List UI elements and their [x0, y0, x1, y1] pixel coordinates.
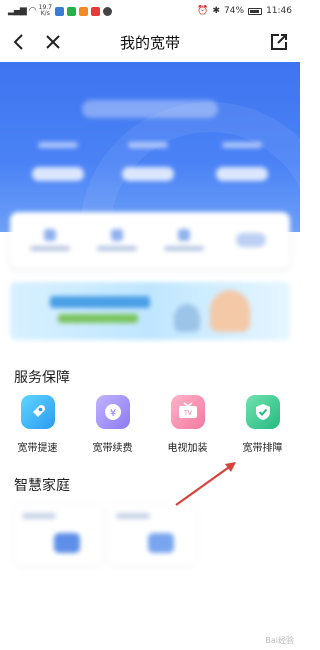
yen-coin-icon: ¥ [95, 395, 130, 429]
smart-home-card-label [22, 513, 56, 519]
banner-title [50, 296, 150, 308]
battery-icon [248, 7, 263, 15]
message-icon [102, 6, 112, 16]
quick-action-label [96, 246, 137, 251]
signal-icon: ▂▄▆ [8, 6, 27, 16]
back-button[interactable] [8, 30, 30, 54]
smart-home-card[interactable] [14, 505, 102, 565]
smart-home-card-illustration [148, 533, 174, 553]
hero-stat-label [128, 142, 168, 148]
clock-time: 11:46 [266, 6, 292, 16]
svg-text:¥: ¥ [109, 408, 115, 419]
status-bar: ▂▄▆ ◠ 19.7 K/s ⏰ ✱ 74% 11:46 [0, 0, 300, 22]
hero-stat-button[interactable] [216, 167, 268, 181]
service-item-label: 电视加装 [167, 443, 208, 454]
banner-subtitle [58, 314, 138, 323]
service-item-tv[interactable]: TV 电视加装 [150, 395, 225, 465]
smart-home-section-title: 智慧家庭 [14, 478, 70, 494]
service-item-label: 宽带提速 [17, 443, 58, 454]
service-item-troubleshoot[interactable]: 宽带排障 [225, 395, 300, 465]
watermark: Bai经验 [265, 636, 294, 645]
share-icon [271, 34, 287, 50]
battery-percent: 74% [224, 6, 245, 16]
hero-stat-label [38, 142, 78, 148]
shield-check-icon [245, 395, 280, 429]
hero-stat-button[interactable] [122, 167, 174, 181]
quick-actions-card [10, 212, 290, 268]
service-item-label: 宽带排障 [242, 443, 283, 454]
quick-action-icon [177, 229, 190, 241]
chevron-left-icon [13, 34, 23, 50]
banner-illustration [210, 290, 250, 332]
smart-home-card[interactable] [108, 505, 196, 565]
quick-action-icon [43, 229, 56, 241]
nav-bar: 我的宽带 [0, 22, 300, 62]
app-notification-icon [78, 6, 88, 16]
hero-account-pill [82, 100, 218, 118]
bluetooth-icon: ✱ [212, 6, 221, 16]
quick-action-label [163, 246, 204, 251]
quick-action-item[interactable] [221, 233, 281, 247]
quick-action-label [29, 246, 70, 251]
service-grid: 宽带提速 ¥ 宽带续费 TV 电视加装 宽带排障 [0, 395, 300, 465]
network-speed-unit: K/s [40, 10, 50, 17]
app-notification-icon [54, 6, 64, 16]
network-speed: 19.7 K/s [39, 5, 52, 17]
alarm-icon: ⏰ [197, 6, 209, 16]
hero-stat-label [222, 142, 262, 148]
quick-action-icon [110, 229, 123, 241]
quick-action-item[interactable] [87, 229, 147, 251]
rocket-icon [20, 395, 55, 429]
app-notification-icon [66, 6, 76, 16]
smart-home-card-label [116, 513, 150, 519]
close-button[interactable] [42, 30, 64, 54]
service-item-label: 宽带续费 [92, 443, 133, 454]
service-section-title: 服务保障 [14, 370, 70, 386]
promo-banner[interactable] [10, 282, 290, 340]
status-left: ▂▄▆ ◠ 19.7 K/s [8, 5, 112, 17]
banner-illustration [174, 304, 200, 332]
quick-action-pill [235, 233, 266, 247]
service-item-renew[interactable]: ¥ 宽带续费 [75, 395, 150, 465]
status-right: ⏰ ✱ 74% 11:46 [197, 6, 292, 16]
smart-home-card-illustration [54, 533, 80, 553]
broadband-hero-panel [0, 62, 300, 232]
page-title: 我的宽带 [119, 33, 180, 52]
hero-stat-button[interactable] [32, 167, 84, 181]
close-icon [46, 35, 60, 49]
quick-action-item[interactable] [20, 229, 80, 251]
service-item-speedup[interactable]: 宽带提速 [0, 395, 75, 465]
app-notification-icon [90, 6, 100, 16]
share-button[interactable] [268, 30, 290, 54]
tv-icon: TV [170, 395, 205, 429]
wifi-icon: ◠ [28, 6, 37, 16]
quick-action-item[interactable] [154, 229, 214, 251]
svg-text:TV: TV [183, 410, 193, 417]
